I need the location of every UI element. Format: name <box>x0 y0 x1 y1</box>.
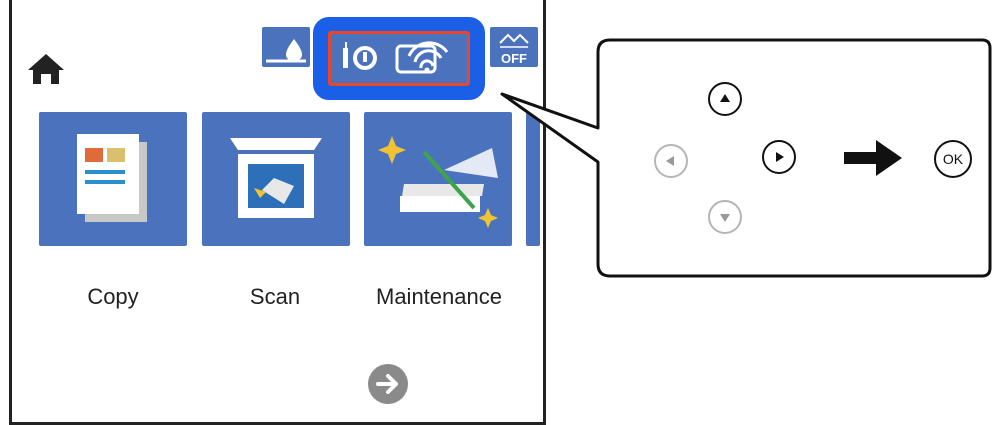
network-icons-group <box>328 31 470 86</box>
control-panel-callout: OK <box>480 36 994 280</box>
copy-icon <box>77 134 147 222</box>
scan-tile[interactable] <box>202 112 350 246</box>
wired-lan-icon[interactable] <box>341 38 383 78</box>
wifi-icon[interactable] <box>391 38 471 78</box>
copy-tile[interactable] <box>39 112 187 246</box>
up-button[interactable] <box>708 82 742 116</box>
left-button[interactable] <box>654 144 688 178</box>
copy-label: Copy <box>87 284 139 309</box>
ok-label: OK <box>942 151 964 167</box>
home-icon[interactable] <box>24 48 68 88</box>
network-status-highlight <box>313 17 485 100</box>
down-button[interactable] <box>708 200 742 234</box>
scan-label: Scan <box>249 284 301 309</box>
arrow-right-icon[interactable] <box>368 364 408 404</box>
ok-button[interactable]: OK <box>934 140 972 178</box>
ink-icon[interactable] <box>262 27 310 67</box>
right-button[interactable] <box>762 140 796 174</box>
scan-icon <box>230 138 322 218</box>
arrow-right-indicator-icon <box>844 140 902 176</box>
maintenance-label: Maintenance <box>376 284 502 309</box>
callout-bubble <box>500 38 992 278</box>
